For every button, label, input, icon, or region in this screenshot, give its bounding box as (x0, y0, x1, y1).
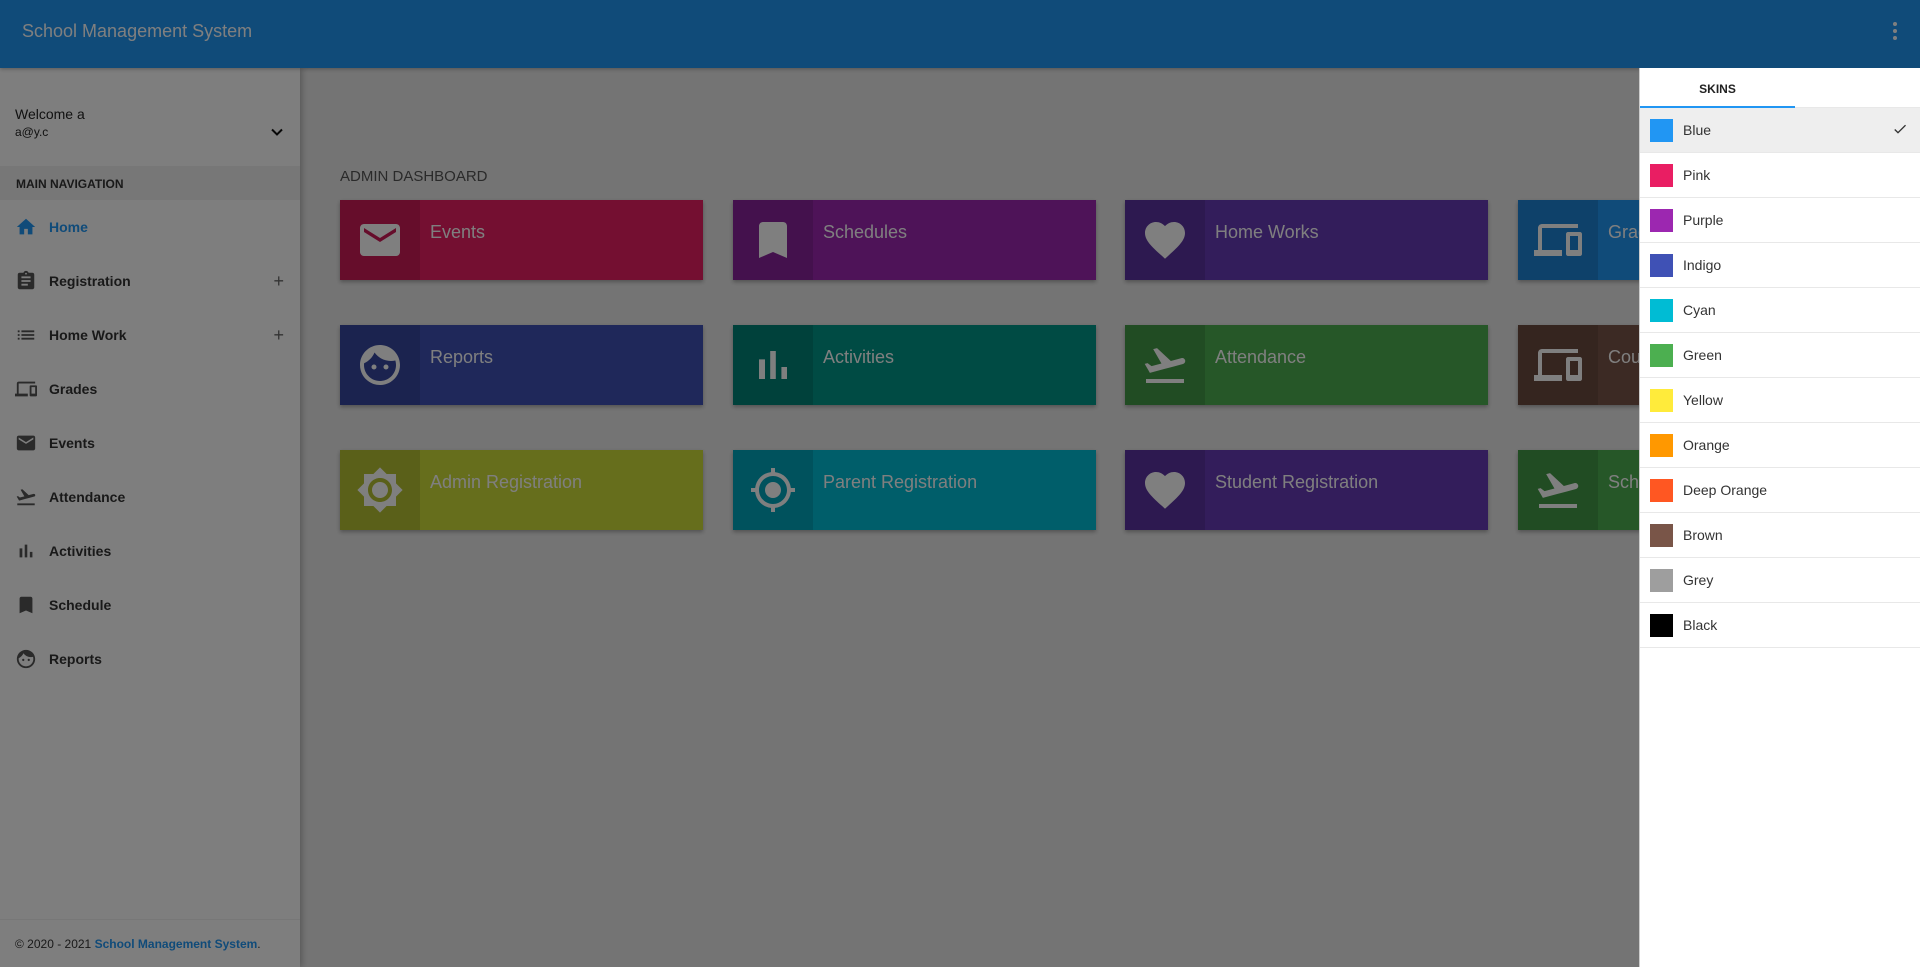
color-swatch (1650, 253, 1673, 277)
color-swatch (1650, 568, 1673, 592)
color-swatch (1650, 208, 1673, 232)
skin-name: Yellow (1683, 392, 1723, 408)
skin-name: Brown (1683, 527, 1723, 543)
color-swatch (1650, 343, 1673, 367)
skin-name: Indigo (1683, 257, 1722, 273)
skin-option-green[interactable]: Green (1640, 333, 1920, 378)
color-swatch (1650, 478, 1673, 502)
skin-option-blue[interactable]: Blue (1640, 108, 1920, 153)
skin-name: Orange (1683, 437, 1730, 453)
color-swatch (1650, 388, 1673, 412)
skin-option-yellow[interactable]: Yellow (1640, 378, 1920, 423)
right-sidebar: SKINS Blue Pink Purple Indigo Cyan Green Yello… (1639, 68, 1920, 967)
skin-option-cyan[interactable]: Cyan (1640, 288, 1920, 333)
skin-option-deep-orange[interactable]: Deep Orange (1640, 468, 1920, 513)
skin-name: Pink (1683, 167, 1711, 183)
skin-option-pink[interactable]: Pink (1640, 153, 1920, 198)
check-icon (1892, 121, 1908, 140)
skin-name: Deep Orange (1683, 482, 1768, 498)
skin-name: Black (1683, 617, 1718, 633)
skin-name: Blue (1683, 122, 1712, 138)
color-swatch (1650, 163, 1673, 187)
color-swatch (1650, 433, 1673, 457)
color-swatch (1650, 613, 1673, 637)
color-swatch (1650, 118, 1673, 142)
skin-option-purple[interactable]: Purple (1640, 198, 1920, 243)
skin-name: Grey (1683, 572, 1714, 588)
skins-list: Blue Pink Purple Indigo Cyan Green Yellow Orang… (1640, 108, 1920, 648)
color-swatch (1650, 298, 1673, 322)
tab-skins[interactable]: SKINS (1640, 68, 1795, 108)
modal-overlay[interactable] (0, 0, 1920, 967)
skin-option-brown[interactable]: Brown (1640, 513, 1920, 558)
skin-name: Purple (1683, 212, 1724, 228)
panel-tabs: SKINS (1640, 68, 1920, 108)
skin-option-grey[interactable]: Grey (1640, 558, 1920, 603)
skin-name: Green (1683, 347, 1722, 363)
skin-option-black[interactable]: Black (1640, 603, 1920, 648)
skin-name: Cyan (1683, 302, 1716, 318)
skin-option-indigo[interactable]: Indigo (1640, 243, 1920, 288)
skin-option-orange[interactable]: Orange (1640, 423, 1920, 468)
color-swatch (1650, 523, 1673, 547)
